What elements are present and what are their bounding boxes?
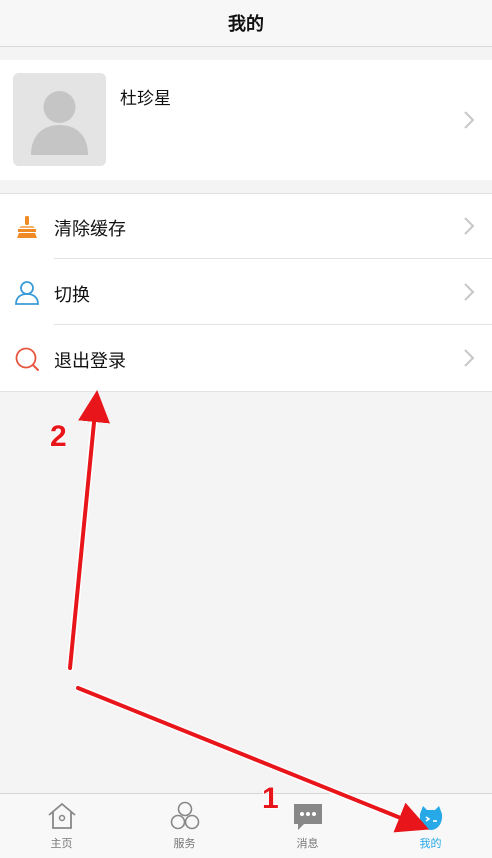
menu-item-logout[interactable]: 退出登录 bbox=[0, 326, 492, 391]
chevron-right-icon bbox=[462, 282, 476, 302]
menu-label: 退出登录 bbox=[54, 351, 126, 372]
top-bar: 我的 bbox=[0, 0, 492, 47]
chevron-right-icon bbox=[462, 110, 476, 130]
tab-label: 主页 bbox=[50, 837, 73, 850]
menu-item-clear-cache[interactable]: 清除缓存 bbox=[0, 194, 492, 259]
tab-bar: 主页 服务 消息 我的 bbox=[0, 793, 492, 858]
chevron-right-icon bbox=[462, 216, 476, 236]
tab-services[interactable]: 服务 bbox=[123, 794, 246, 858]
logout-icon bbox=[14, 346, 40, 372]
settings-menu: 清除缓存 切换 退出登录 bbox=[0, 193, 492, 392]
menu-label: 切换 bbox=[54, 285, 90, 306]
default-avatar-icon bbox=[13, 73, 106, 166]
services-icon bbox=[169, 800, 201, 832]
profile-icon bbox=[415, 800, 447, 832]
user-switch-icon bbox=[14, 280, 40, 306]
tab-label: 消息 bbox=[296, 837, 319, 850]
arrow-2 bbox=[66, 390, 110, 672]
tab-home[interactable]: 主页 bbox=[0, 794, 123, 858]
home-icon bbox=[46, 800, 78, 832]
tab-label: 服务 bbox=[173, 837, 196, 850]
broom-icon bbox=[14, 214, 40, 240]
tab-label: 我的 bbox=[419, 837, 442, 850]
annotation-number-2: 2 bbox=[50, 420, 67, 453]
message-icon bbox=[292, 800, 324, 832]
avatar[interactable] bbox=[13, 73, 106, 166]
menu-label: 清除缓存 bbox=[54, 219, 126, 240]
profile-card[interactable]: 杜珍星 bbox=[0, 60, 492, 180]
menu-item-switch[interactable]: 切换 bbox=[0, 260, 492, 325]
user-name: 杜珍星 bbox=[120, 89, 171, 109]
tab-messages[interactable]: 消息 bbox=[246, 794, 369, 858]
page-title: 我的 bbox=[228, 14, 264, 35]
chevron-right-icon bbox=[462, 348, 476, 368]
tab-profile[interactable]: 我的 bbox=[369, 794, 492, 858]
